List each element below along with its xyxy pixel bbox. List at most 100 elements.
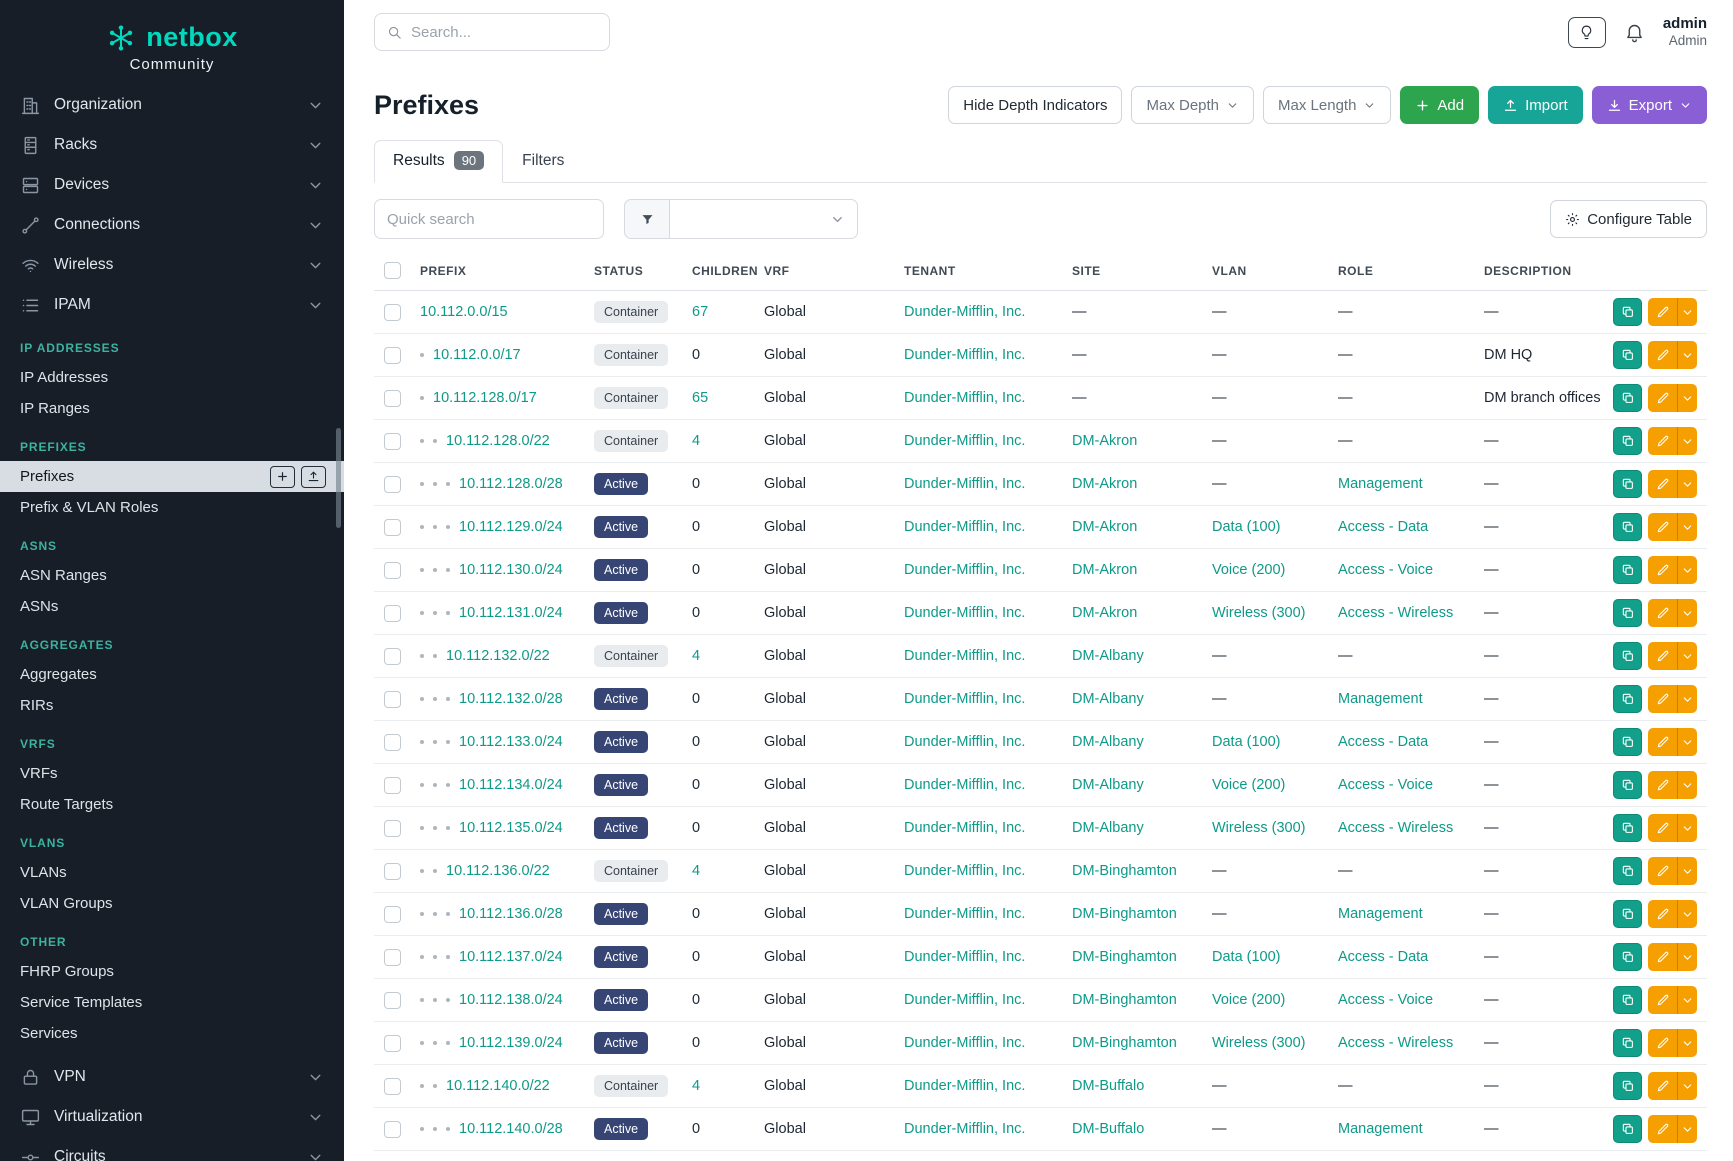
role-link[interactable]: Management [1338, 476, 1423, 492]
role-link[interactable]: Access - Voice [1338, 992, 1433, 1008]
site-link[interactable]: DM-Albany [1072, 691, 1144, 707]
tenant-link[interactable]: Dunder-Mifflin, Inc. [904, 992, 1025, 1008]
role-link[interactable]: Access - Data [1338, 519, 1428, 535]
edit-button[interactable] [1648, 900, 1677, 928]
row-checkbox[interactable] [384, 734, 401, 751]
role-link[interactable]: Access - Voice [1338, 562, 1433, 578]
edit-button[interactable] [1648, 1029, 1677, 1057]
edit-dropdown-button[interactable] [1677, 341, 1697, 369]
edit-button[interactable] [1648, 556, 1677, 584]
edit-button[interactable] [1648, 685, 1677, 713]
clone-button[interactable] [1613, 470, 1642, 498]
tenant-link[interactable]: Dunder-Mifflin, Inc. [904, 691, 1025, 707]
site-link[interactable]: DM-Binghamton [1072, 992, 1177, 1008]
row-checkbox[interactable] [384, 433, 401, 450]
edit-dropdown-button[interactable] [1677, 1029, 1697, 1057]
clone-button[interactable] [1613, 298, 1642, 326]
row-checkbox[interactable] [384, 1121, 401, 1138]
edit-dropdown-button[interactable] [1677, 556, 1697, 584]
role-link[interactable]: Access - Wireless [1338, 605, 1453, 621]
edit-button[interactable] [1648, 728, 1677, 756]
clone-button[interactable] [1613, 728, 1642, 756]
sidebar-scrollbar[interactable] [336, 428, 341, 528]
row-checkbox[interactable] [384, 906, 401, 923]
site-link[interactable]: DM-Binghamton [1072, 863, 1177, 879]
row-checkbox[interactable] [384, 1078, 401, 1095]
edit-button[interactable] [1648, 470, 1677, 498]
site-link[interactable]: DM-Akron [1072, 519, 1137, 535]
edit-button[interactable] [1648, 1072, 1677, 1100]
prefix-link[interactable]: 10.112.129.0/24 [459, 519, 563, 535]
vlan-link[interactable]: Wireless (300) [1212, 605, 1305, 621]
site-link[interactable]: DM-Akron [1072, 476, 1137, 492]
global-search-input[interactable] [411, 24, 597, 41]
sidebar-menu-organization[interactable]: Organization [0, 85, 344, 125]
role-link[interactable]: Access - Data [1338, 734, 1428, 750]
tenant-link[interactable]: Dunder-Mifflin, Inc. [904, 476, 1025, 492]
row-checkbox[interactable] [384, 347, 401, 364]
quick-add-button[interactable] [270, 466, 295, 488]
site-link[interactable]: DM-Akron [1072, 562, 1137, 578]
clone-button[interactable] [1613, 556, 1642, 584]
site-link[interactable]: DM-Albany [1072, 820, 1144, 836]
sidebar-menu-ipam[interactable]: IPAM [0, 285, 344, 325]
notifications-button[interactable] [1624, 22, 1645, 43]
edit-dropdown-button[interactable] [1677, 513, 1697, 541]
site-link[interactable]: DM-Akron [1072, 605, 1137, 621]
role-link[interactable]: Access - Voice [1338, 777, 1433, 793]
vlan-link[interactable]: Voice (200) [1212, 777, 1285, 793]
row-checkbox[interactable] [384, 949, 401, 966]
tenant-link[interactable]: Dunder-Mifflin, Inc. [904, 949, 1025, 965]
sidebar-menu-racks[interactable]: Racks [0, 125, 344, 165]
sidebar-menu-circuits[interactable]: Circuits [0, 1137, 344, 1161]
quick-import-button[interactable] [301, 466, 326, 488]
clone-button[interactable] [1613, 857, 1642, 885]
clone-button[interactable] [1613, 1072, 1642, 1100]
clone-button[interactable] [1613, 685, 1642, 713]
sidebar-menu-wireless[interactable]: Wireless [0, 245, 344, 285]
edit-button[interactable] [1648, 642, 1677, 670]
edit-button[interactable] [1648, 341, 1677, 369]
tenant-link[interactable]: Dunder-Mifflin, Inc. [904, 605, 1025, 621]
role-link[interactable]: Access - Wireless [1338, 1035, 1453, 1051]
select-all-checkbox[interactable] [384, 262, 401, 279]
row-checkbox[interactable] [384, 562, 401, 579]
row-checkbox[interactable] [384, 777, 401, 794]
prefix-link[interactable]: 10.112.132.0/28 [459, 691, 563, 707]
sidebar-item-rirs[interactable]: RIRs [0, 690, 344, 721]
site-link[interactable]: DM-Binghamton [1072, 1035, 1177, 1051]
site-link[interactable]: DM-Albany [1072, 734, 1144, 750]
row-checkbox[interactable] [384, 476, 401, 493]
edit-dropdown-button[interactable] [1677, 814, 1697, 842]
children-link[interactable]: 4 [692, 648, 700, 664]
sidebar-item-route-targets[interactable]: Route Targets [0, 789, 344, 820]
site-link[interactable]: DM-Buffalo [1072, 1078, 1144, 1094]
theme-toggle-button[interactable] [1568, 17, 1606, 48]
prefix-link[interactable]: 10.112.131.0/24 [459, 605, 563, 621]
clone-button[interactable] [1613, 427, 1642, 455]
prefix-link[interactable]: 10.112.136.0/28 [459, 906, 563, 922]
edit-button[interactable] [1648, 427, 1677, 455]
edit-button[interactable] [1648, 1115, 1677, 1143]
hide-depth-indicators-button[interactable]: Hide Depth Indicators [948, 86, 1122, 124]
tenant-link[interactable]: Dunder-Mifflin, Inc. [904, 820, 1025, 836]
tenant-link[interactable]: Dunder-Mifflin, Inc. [904, 1078, 1025, 1094]
prefix-link[interactable]: 10.112.139.0/24 [459, 1035, 563, 1051]
edit-button[interactable] [1648, 513, 1677, 541]
quick-search-input[interactable] [374, 199, 604, 239]
tenant-link[interactable]: Dunder-Mifflin, Inc. [904, 304, 1025, 320]
edit-dropdown-button[interactable] [1677, 685, 1697, 713]
vlan-link[interactable]: Voice (200) [1212, 562, 1285, 578]
site-link[interactable]: DM-Akron [1072, 433, 1137, 449]
edit-button[interactable] [1648, 298, 1677, 326]
prefix-link[interactable]: 10.112.132.0/22 [446, 648, 550, 664]
edit-dropdown-button[interactable] [1677, 771, 1697, 799]
edit-dropdown-button[interactable] [1677, 298, 1697, 326]
row-checkbox[interactable] [384, 691, 401, 708]
vlan-link[interactable]: Voice (200) [1212, 992, 1285, 1008]
site-link[interactable]: DM-Binghamton [1072, 906, 1177, 922]
export-button[interactable]: Export [1592, 86, 1707, 124]
sidebar-menu-vpn[interactable]: VPN [0, 1057, 344, 1097]
role-link[interactable]: Management [1338, 691, 1423, 707]
edit-dropdown-button[interactable] [1677, 470, 1697, 498]
